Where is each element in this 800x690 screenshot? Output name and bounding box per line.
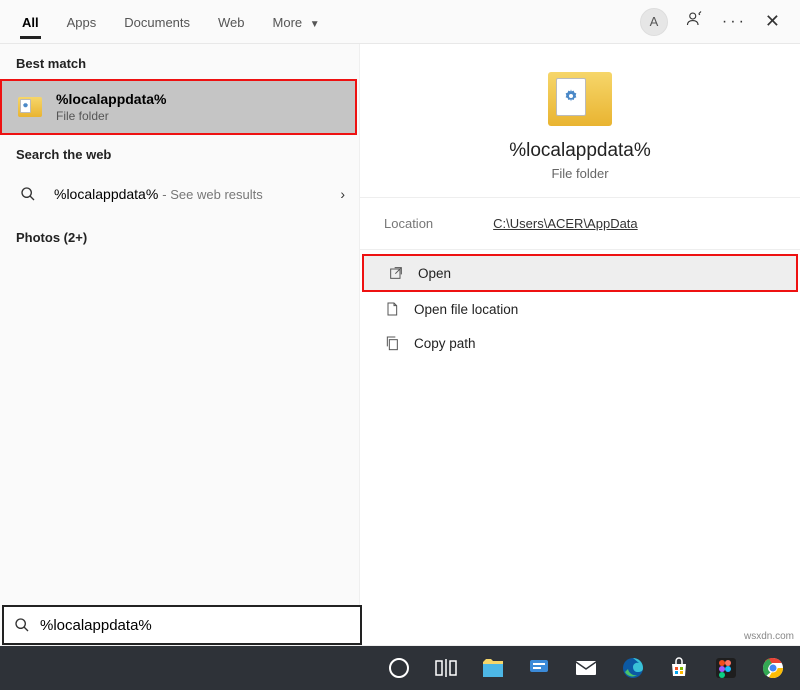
- edge-icon: [621, 656, 645, 680]
- tab-web[interactable]: Web: [204, 5, 259, 38]
- action-label: Copy path: [414, 336, 476, 351]
- result-title: %localappdata%: [54, 186, 158, 202]
- taskbar-cortana[interactable]: [380, 646, 419, 690]
- taskbar-task-view[interactable]: [427, 646, 466, 690]
- meta-location: Location C:\Users\ACER\AppData: [360, 198, 800, 250]
- folder-icon: [16, 93, 44, 121]
- taskbar-app-1[interactable]: [520, 646, 559, 690]
- taskbar-explorer[interactable]: [473, 646, 512, 690]
- taskbar-edge[interactable]: [613, 646, 652, 690]
- taskbar-chrome[interactable]: [753, 646, 792, 690]
- search-icon: [14, 617, 30, 633]
- tab-apps[interactable]: Apps: [53, 5, 111, 38]
- tab-documents[interactable]: Documents: [110, 5, 204, 38]
- section-photos: Photos (2+): [0, 218, 359, 253]
- search-bar[interactable]: [2, 605, 362, 645]
- chevron-down-icon: ▼: [310, 19, 320, 30]
- tab-more-label: More: [273, 15, 303, 30]
- preview-column: %localappdata% File folder Location C:\U…: [360, 44, 800, 645]
- feedback-icon[interactable]: [686, 10, 704, 33]
- preview-title: %localappdata%: [384, 140, 776, 162]
- mail-icon: [574, 656, 598, 680]
- open-icon: [388, 265, 404, 281]
- result-title: %localappdata%: [56, 91, 166, 107]
- results-column: Best match %localappdata% File folder Se…: [0, 44, 360, 645]
- figma-icon: [714, 656, 738, 680]
- action-open[interactable]: Open: [362, 254, 798, 292]
- close-icon[interactable]: ✕: [765, 11, 780, 32]
- chevron-right-icon: ›: [340, 186, 345, 202]
- result-subtitle: File folder: [56, 109, 166, 123]
- section-best-match: Best match: [0, 44, 359, 79]
- file-explorer-icon: [481, 656, 505, 680]
- result-web[interactable]: %localappdata% - See web results ›: [0, 170, 359, 218]
- task-view-icon: [434, 656, 458, 680]
- chrome-icon: [761, 656, 785, 680]
- search-input[interactable]: [40, 617, 350, 634]
- taskbar-store[interactable]: [660, 646, 699, 690]
- action-open-file-location[interactable]: Open file location: [360, 292, 800, 326]
- preview-subtitle: File folder: [384, 166, 776, 181]
- app-icon: [527, 656, 551, 680]
- tabs-row: All Apps Documents Web More ▼ A ··· ✕: [0, 0, 800, 44]
- meta-value-link[interactable]: C:\Users\ACER\AppData: [493, 216, 638, 231]
- cortana-icon: [389, 658, 409, 678]
- result-suffix: - See web results: [162, 187, 262, 202]
- folder-icon: [548, 72, 612, 126]
- avatar[interactable]: A: [640, 8, 668, 36]
- action-label: Open: [418, 266, 451, 281]
- taskbar-app-2[interactable]: [707, 646, 746, 690]
- action-label: Open file location: [414, 302, 518, 317]
- search-icon: [14, 180, 42, 208]
- store-icon: [667, 656, 691, 680]
- taskbar: [0, 646, 800, 690]
- action-copy-path[interactable]: Copy path: [360, 326, 800, 360]
- section-search-web: Search the web: [0, 135, 359, 170]
- tab-more[interactable]: More ▼: [259, 5, 334, 38]
- watermark: wsxdn.com: [744, 631, 794, 642]
- taskbar-mail[interactable]: [567, 646, 606, 690]
- file-location-icon: [384, 301, 400, 317]
- copy-icon: [384, 335, 400, 351]
- tab-all[interactable]: All: [8, 5, 53, 38]
- meta-label: Location: [384, 216, 433, 231]
- more-icon[interactable]: ···: [722, 13, 747, 31]
- result-best-match[interactable]: %localappdata% File folder: [0, 79, 357, 135]
